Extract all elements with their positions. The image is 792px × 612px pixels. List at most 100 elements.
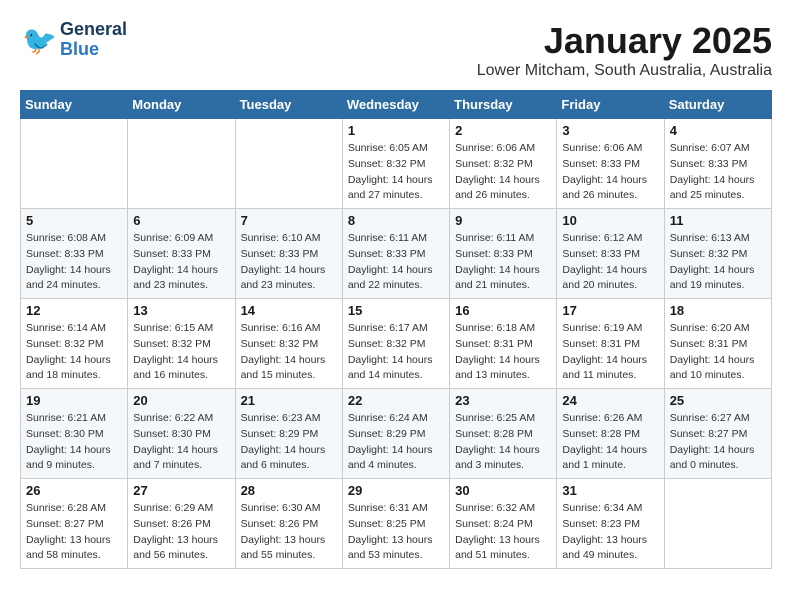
week-row-5: 26 Sunrise: 6:28 AM Sunset: 8:27 PM Dayli… bbox=[21, 479, 772, 569]
day-info: Sunrise: 6:07 AM Sunset: 8:33 PM Dayligh… bbox=[670, 141, 766, 204]
subtitle: Lower Mitcham, South Australia, Australi… bbox=[477, 62, 772, 80]
calendar-cell: 10 Sunrise: 6:12 AM Sunset: 8:33 PM Dayli… bbox=[557, 209, 664, 299]
day-number: 6 bbox=[133, 213, 229, 228]
day-info: Sunrise: 6:09 AM Sunset: 8:33 PM Dayligh… bbox=[133, 231, 229, 294]
day-number: 12 bbox=[26, 303, 122, 318]
day-number: 16 bbox=[455, 303, 551, 318]
day-info: Sunrise: 6:22 AM Sunset: 8:30 PM Dayligh… bbox=[133, 411, 229, 474]
calendar-cell: 17Sunrise: 6:19 AM Sunset: 8:31 PM Dayli… bbox=[557, 299, 664, 389]
day-info: Sunrise: 6:17 AM Sunset: 8:32 PM Dayligh… bbox=[348, 321, 444, 384]
week-row-1: 1Sunrise: 6:05 AM Sunset: 8:32 PM Daylig… bbox=[21, 119, 772, 209]
calendar-cell: 31 Sunrise: 6:34 AM Sunset: 8:23 PM Dayli… bbox=[557, 479, 664, 569]
day-number: 8 bbox=[348, 213, 444, 228]
page-header: 🐦 General Blue January 2025 Lower Mitcha… bbox=[20, 20, 772, 80]
day-number: 2 bbox=[455, 123, 551, 138]
day-header-monday: Monday bbox=[128, 91, 235, 119]
day-number: 25 bbox=[670, 393, 766, 408]
day-info: Sunrise: 6:18 AM Sunset: 8:31 PM Dayligh… bbox=[455, 321, 551, 384]
day-header-friday: Friday bbox=[557, 91, 664, 119]
day-info: Sunrise: 6:15 AM Sunset: 8:32 PM Dayligh… bbox=[133, 321, 229, 384]
calendar-cell: 21 Sunrise: 6:23 AM Sunset: 8:29 PM Dayli… bbox=[235, 389, 342, 479]
calendar-cell: 3 Sunrise: 6:06 AM Sunset: 8:33 PM Daylig… bbox=[557, 119, 664, 209]
week-row-3: 12 Sunrise: 6:14 AM Sunset: 8:32 PM Dayli… bbox=[21, 299, 772, 389]
day-info: Sunrise: 6:25 AM Sunset: 8:28 PM Dayligh… bbox=[455, 411, 551, 474]
day-header-saturday: Saturday bbox=[664, 91, 771, 119]
svg-text:🐦: 🐦 bbox=[22, 25, 56, 56]
calendar-cell: 25Sunrise: 6:27 AM Sunset: 8:27 PM Dayli… bbox=[664, 389, 771, 479]
calendar-cell: 14 Sunrise: 6:16 AM Sunset: 8:32 PM Dayli… bbox=[235, 299, 342, 389]
day-number: 28 bbox=[241, 483, 337, 498]
day-info: Sunrise: 6:24 AM Sunset: 8:29 PM Dayligh… bbox=[348, 411, 444, 474]
calendar-cell bbox=[235, 119, 342, 209]
calendar-cell: 30 Sunrise: 6:32 AM Sunset: 8:24 PM Dayli… bbox=[450, 479, 557, 569]
calendar-cell: 1Sunrise: 6:05 AM Sunset: 8:32 PM Daylig… bbox=[342, 119, 449, 209]
calendar-cell: 19Sunrise: 6:21 AM Sunset: 8:30 PM Dayli… bbox=[21, 389, 128, 479]
day-number: 30 bbox=[455, 483, 551, 498]
day-info: Sunrise: 6:28 AM Sunset: 8:27 PM Dayligh… bbox=[26, 501, 122, 564]
day-info: Sunrise: 6:11 AM Sunset: 8:33 PM Dayligh… bbox=[455, 231, 551, 294]
calendar-cell: 15 Sunrise: 6:17 AM Sunset: 8:32 PM Dayli… bbox=[342, 299, 449, 389]
day-number: 24 bbox=[562, 393, 658, 408]
day-info: Sunrise: 6:19 AM Sunset: 8:31 PM Dayligh… bbox=[562, 321, 658, 384]
day-info: Sunrise: 6:08 AM Sunset: 8:33 PM Dayligh… bbox=[26, 231, 122, 294]
day-info: Sunrise: 6:23 AM Sunset: 8:29 PM Dayligh… bbox=[241, 411, 337, 474]
calendar-cell: 4Sunrise: 6:07 AM Sunset: 8:33 PM Daylig… bbox=[664, 119, 771, 209]
calendar-cell: 13 Sunrise: 6:15 AM Sunset: 8:32 PM Dayli… bbox=[128, 299, 235, 389]
calendar-header: SundayMondayTuesdayWednesdayThursdayFrid… bbox=[21, 91, 772, 119]
calendar-cell: 6 Sunrise: 6:09 AM Sunset: 8:33 PM Daylig… bbox=[128, 209, 235, 299]
calendar-body: 1Sunrise: 6:05 AM Sunset: 8:32 PM Daylig… bbox=[21, 119, 772, 569]
main-title: January 2025 bbox=[477, 20, 772, 62]
calendar-cell: 29 Sunrise: 6:31 AM Sunset: 8:25 PM Dayli… bbox=[342, 479, 449, 569]
calendar-cell: 8 Sunrise: 6:11 AM Sunset: 8:33 PM Daylig… bbox=[342, 209, 449, 299]
day-number: 23 bbox=[455, 393, 551, 408]
calendar-cell: 24Sunrise: 6:26 AM Sunset: 8:28 PM Dayli… bbox=[557, 389, 664, 479]
calendar-cell: 18Sunrise: 6:20 AM Sunset: 8:31 PM Dayli… bbox=[664, 299, 771, 389]
calendar-cell: 9 Sunrise: 6:11 AM Sunset: 8:33 PM Daylig… bbox=[450, 209, 557, 299]
day-number: 11 bbox=[670, 213, 766, 228]
day-number: 22 bbox=[348, 393, 444, 408]
day-info: Sunrise: 6:32 AM Sunset: 8:24 PM Dayligh… bbox=[455, 501, 551, 564]
week-row-2: 5 Sunrise: 6:08 AM Sunset: 8:33 PM Daylig… bbox=[21, 209, 772, 299]
day-number: 14 bbox=[241, 303, 337, 318]
days-row: SundayMondayTuesdayWednesdayThursdayFrid… bbox=[21, 91, 772, 119]
day-number: 13 bbox=[133, 303, 229, 318]
day-info: Sunrise: 6:10 AM Sunset: 8:33 PM Dayligh… bbox=[241, 231, 337, 294]
calendar-cell: 12 Sunrise: 6:14 AM Sunset: 8:32 PM Dayli… bbox=[21, 299, 128, 389]
day-info: Sunrise: 6:11 AM Sunset: 8:33 PM Dayligh… bbox=[348, 231, 444, 294]
day-number: 3 bbox=[562, 123, 658, 138]
calendar-cell bbox=[128, 119, 235, 209]
calendar-cell: 26 Sunrise: 6:28 AM Sunset: 8:27 PM Dayli… bbox=[21, 479, 128, 569]
day-number: 10 bbox=[562, 213, 658, 228]
calendar-cell bbox=[21, 119, 128, 209]
logo-text: General Blue bbox=[60, 20, 127, 60]
calendar-cell: 16 Sunrise: 6:18 AM Sunset: 8:31 PM Dayli… bbox=[450, 299, 557, 389]
calendar-cell: 20 Sunrise: 6:22 AM Sunset: 8:30 PM Dayli… bbox=[128, 389, 235, 479]
day-number: 20 bbox=[133, 393, 229, 408]
logo: 🐦 General Blue bbox=[20, 20, 127, 60]
day-number: 9 bbox=[455, 213, 551, 228]
day-number: 18 bbox=[670, 303, 766, 318]
calendar-cell: 23 Sunrise: 6:25 AM Sunset: 8:28 PM Dayli… bbox=[450, 389, 557, 479]
calendar-cell: 5 Sunrise: 6:08 AM Sunset: 8:33 PM Daylig… bbox=[21, 209, 128, 299]
day-info: Sunrise: 6:16 AM Sunset: 8:32 PM Dayligh… bbox=[241, 321, 337, 384]
day-info: Sunrise: 6:06 AM Sunset: 8:32 PM Dayligh… bbox=[455, 141, 551, 204]
calendar-table: SundayMondayTuesdayWednesdayThursdayFrid… bbox=[20, 90, 772, 569]
day-number: 21 bbox=[241, 393, 337, 408]
day-number: 15 bbox=[348, 303, 444, 318]
day-info: Sunrise: 6:31 AM Sunset: 8:25 PM Dayligh… bbox=[348, 501, 444, 564]
day-number: 26 bbox=[26, 483, 122, 498]
day-info: Sunrise: 6:12 AM Sunset: 8:33 PM Dayligh… bbox=[562, 231, 658, 294]
logo-icon: 🐦 bbox=[20, 22, 56, 58]
day-info: Sunrise: 6:14 AM Sunset: 8:32 PM Dayligh… bbox=[26, 321, 122, 384]
day-header-tuesday: Tuesday bbox=[235, 91, 342, 119]
day-number: 29 bbox=[348, 483, 444, 498]
day-info: Sunrise: 6:34 AM Sunset: 8:23 PM Dayligh… bbox=[562, 501, 658, 564]
day-info: Sunrise: 6:13 AM Sunset: 8:32 PM Dayligh… bbox=[670, 231, 766, 294]
day-info: Sunrise: 6:21 AM Sunset: 8:30 PM Dayligh… bbox=[26, 411, 122, 474]
day-number: 5 bbox=[26, 213, 122, 228]
day-info: Sunrise: 6:06 AM Sunset: 8:33 PM Dayligh… bbox=[562, 141, 658, 204]
day-number: 1 bbox=[348, 123, 444, 138]
day-info: Sunrise: 6:29 AM Sunset: 8:26 PM Dayligh… bbox=[133, 501, 229, 564]
day-number: 31 bbox=[562, 483, 658, 498]
calendar-cell: 7Sunrise: 6:10 AM Sunset: 8:33 PM Daylig… bbox=[235, 209, 342, 299]
